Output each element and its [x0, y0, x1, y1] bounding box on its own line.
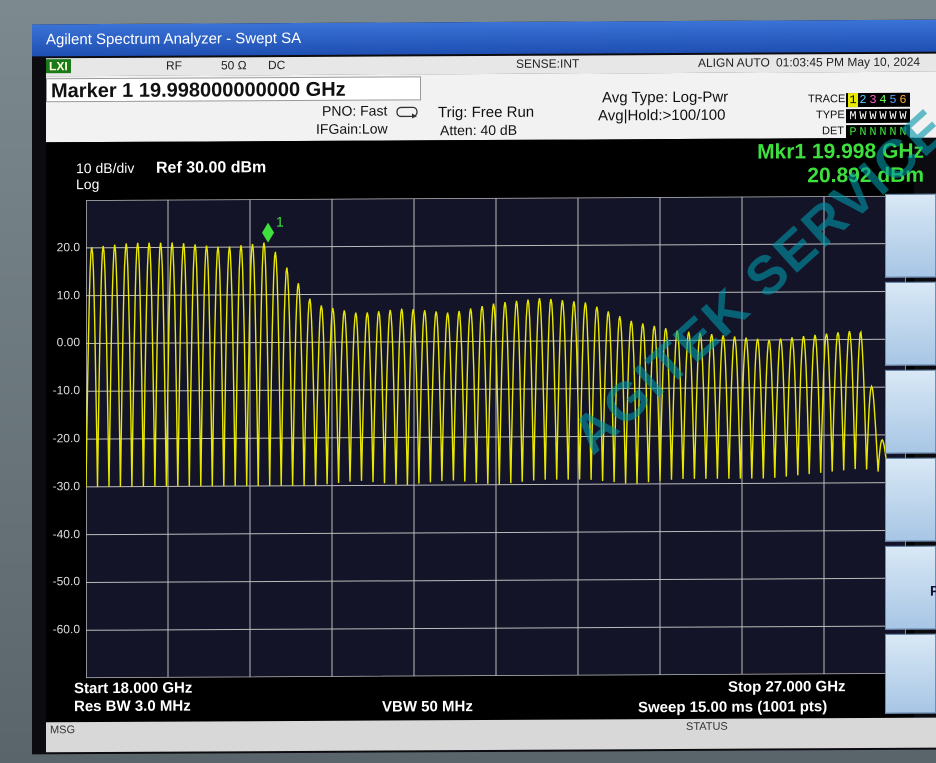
avg-hold-setting: Avg|Hold:>100/100: [598, 106, 726, 125]
softkey-2[interactable]: [885, 281, 936, 366]
rf-input-label: RF: [166, 58, 182, 73]
coupling-label: DC: [268, 58, 286, 73]
y-tick-label: -50.0: [52, 574, 80, 589]
attenuation-setting: Atten: 40 dB: [440, 121, 518, 139]
scale-per-div: 10 dB/div: [76, 159, 135, 177]
trace-number-1[interactable]: 1: [848, 93, 858, 108]
trace-detector-1[interactable]: P: [848, 125, 858, 139]
type-row-label: TYPE: [816, 109, 845, 122]
trace-number-5[interactable]: 5: [888, 93, 898, 107]
lxi-badge: LXI: [46, 59, 71, 74]
trace-type-4[interactable]: W: [878, 109, 888, 123]
message-bar: MSG STATUS: [46, 717, 936, 753]
sense-label: SENSE:INT: [516, 56, 580, 71]
softkey-5[interactable]: Pr: [885, 545, 936, 630]
msg-label: MSG: [50, 724, 76, 737]
resolution-bandwidth[interactable]: Res BW 3.0 MHz: [74, 698, 191, 716]
avg-type-setting: Avg Type: Log-Pwr: [602, 88, 729, 107]
impedance-label: 50 Ω: [221, 58, 247, 73]
measurement-header: Marker 1 19.998000000000 GHz PNO: Fast I…: [46, 71, 936, 143]
trigger-setting: Trig: Free Run: [438, 103, 535, 122]
det-row-label: DET: [822, 125, 844, 138]
sweep-cycle-icon: [396, 106, 418, 119]
softkey-5-label: Pr: [930, 582, 936, 599]
window-title: Agilent Spectrum Analyzer - Swept SA: [32, 19, 936, 57]
trace-number-2[interactable]: 2: [858, 93, 868, 107]
trace-numbers[interactable]: 123456: [846, 92, 910, 108]
y-tick-label: 20.0: [56, 239, 80, 255]
align-label: ALIGN AUTO: [698, 55, 770, 70]
analyzer-screen: Agilent Spectrum Analyzer - Swept SA LXI…: [32, 19, 936, 755]
trace-number-6[interactable]: 6: [898, 93, 908, 107]
y-tick-label: 10.0: [56, 287, 80, 302]
softkey-4[interactable]: [885, 457, 936, 542]
y-tick-label: -30.0: [52, 478, 80, 494]
ifgain-setting: IFGain:Low: [316, 120, 388, 137]
trace-type-2[interactable]: W: [858, 109, 868, 123]
trace-row-label: TRACE: [808, 93, 846, 106]
status-label: STATUS: [686, 720, 728, 733]
softkey-6[interactable]: [885, 633, 936, 714]
stop-frequency[interactable]: Stop 27.000 GHz: [728, 678, 846, 696]
start-frequency[interactable]: Start 18.000 GHz: [74, 680, 192, 698]
trace-type-3[interactable]: W: [868, 109, 878, 123]
y-tick-label: -40.0: [52, 526, 80, 541]
reference-level[interactable]: Ref 30.00 dBm: [156, 159, 266, 178]
softkey-3[interactable]: [885, 369, 936, 454]
pno-setting: PNO: Fast: [322, 102, 388, 119]
trace-number-4[interactable]: 4: [878, 93, 888, 107]
trace-detector-2[interactable]: N: [858, 125, 868, 139]
y-tick-label: 0.00: [56, 335, 80, 350]
y-tick-label: -20.0: [52, 431, 80, 446]
y-tick-label: -60.0: [52, 622, 80, 637]
marker-1-label: 1: [276, 214, 284, 230]
datetime-label: 01:03:45 PM May 10, 2024: [776, 54, 921, 70]
scale-type: Log: [76, 176, 100, 193]
trace-type-1[interactable]: M: [848, 109, 858, 123]
y-tick-label: -10.0: [52, 383, 80, 398]
trace-number-3[interactable]: 3: [868, 93, 878, 107]
marker-frequency-field[interactable]: Marker 1 19.998000000000 GHz: [46, 76, 421, 103]
sweep-time[interactable]: Sweep 15.00 ms (1001 pts): [638, 698, 827, 716]
video-bandwidth[interactable]: VBW 50 MHz: [382, 698, 473, 715]
